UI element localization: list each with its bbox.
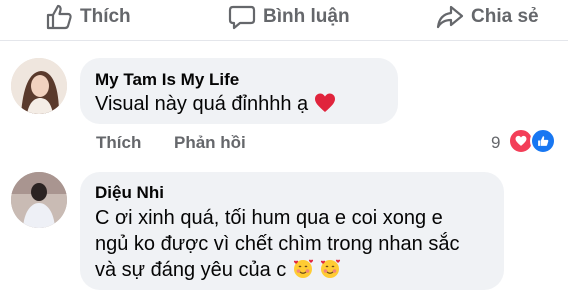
share-arrow-icon [436, 5, 464, 29]
post-action-bar: Thích Bình luận Chia sẻ [0, 0, 568, 36]
reply-link[interactable]: Phản hồi [174, 133, 246, 153]
divider [0, 40, 568, 41]
comment-text-line-last: và sự đáng yêu của c [95, 257, 459, 283]
red-heart-icon [314, 93, 335, 112]
like-comment-link[interactable]: Thích [96, 133, 141, 153]
comment-author[interactable]: Diệu Nhi [95, 183, 164, 203]
comment-text-line: ngủ ko được vì chết chìm trong nhan sắc [95, 233, 460, 255]
comment-text-line: và sự đáng yêu của c [95, 259, 287, 281]
comment-bubble-icon [228, 5, 256, 30]
comment-bubble: My Tam Is My Life Visual này quá đỉnhhh … [80, 58, 398, 124]
smiling-face-with-hearts-icon [293, 259, 313, 278]
share-button[interactable]: Chia sẻ [436, 4, 539, 30]
like-label: Thích [80, 6, 131, 27]
comment-text: Visual này quá đỉnhhh ạ [95, 91, 336, 117]
comment-text-content: Visual này quá đỉnhhh ạ [95, 93, 309, 115]
avatar[interactable] [11, 172, 67, 228]
comment-button[interactable]: Bình luận [228, 4, 350, 30]
comment-label: Bình luận [263, 6, 350, 27]
like-reaction-icon[interactable] [530, 128, 556, 154]
comment-author[interactable]: My Tam Is My Life [95, 70, 239, 90]
comment-bubble: Diệu Nhi C ơi xinh quá, tối hum qua e co… [80, 172, 504, 290]
avatar[interactable] [11, 58, 67, 114]
smiling-face-with-hearts-icon [321, 259, 341, 278]
like-button[interactable]: Thích [45, 4, 131, 30]
share-label: Chia sẻ [471, 6, 539, 27]
thumbs-up-icon [46, 4, 72, 30]
reaction-count[interactable]: 9 [491, 133, 500, 153]
comment-text: C ơi xinh quá, tối hum qua e coi xong e … [95, 205, 459, 283]
comment-text-line: C ơi xinh quá, tối hum qua e coi xong e [95, 207, 443, 229]
